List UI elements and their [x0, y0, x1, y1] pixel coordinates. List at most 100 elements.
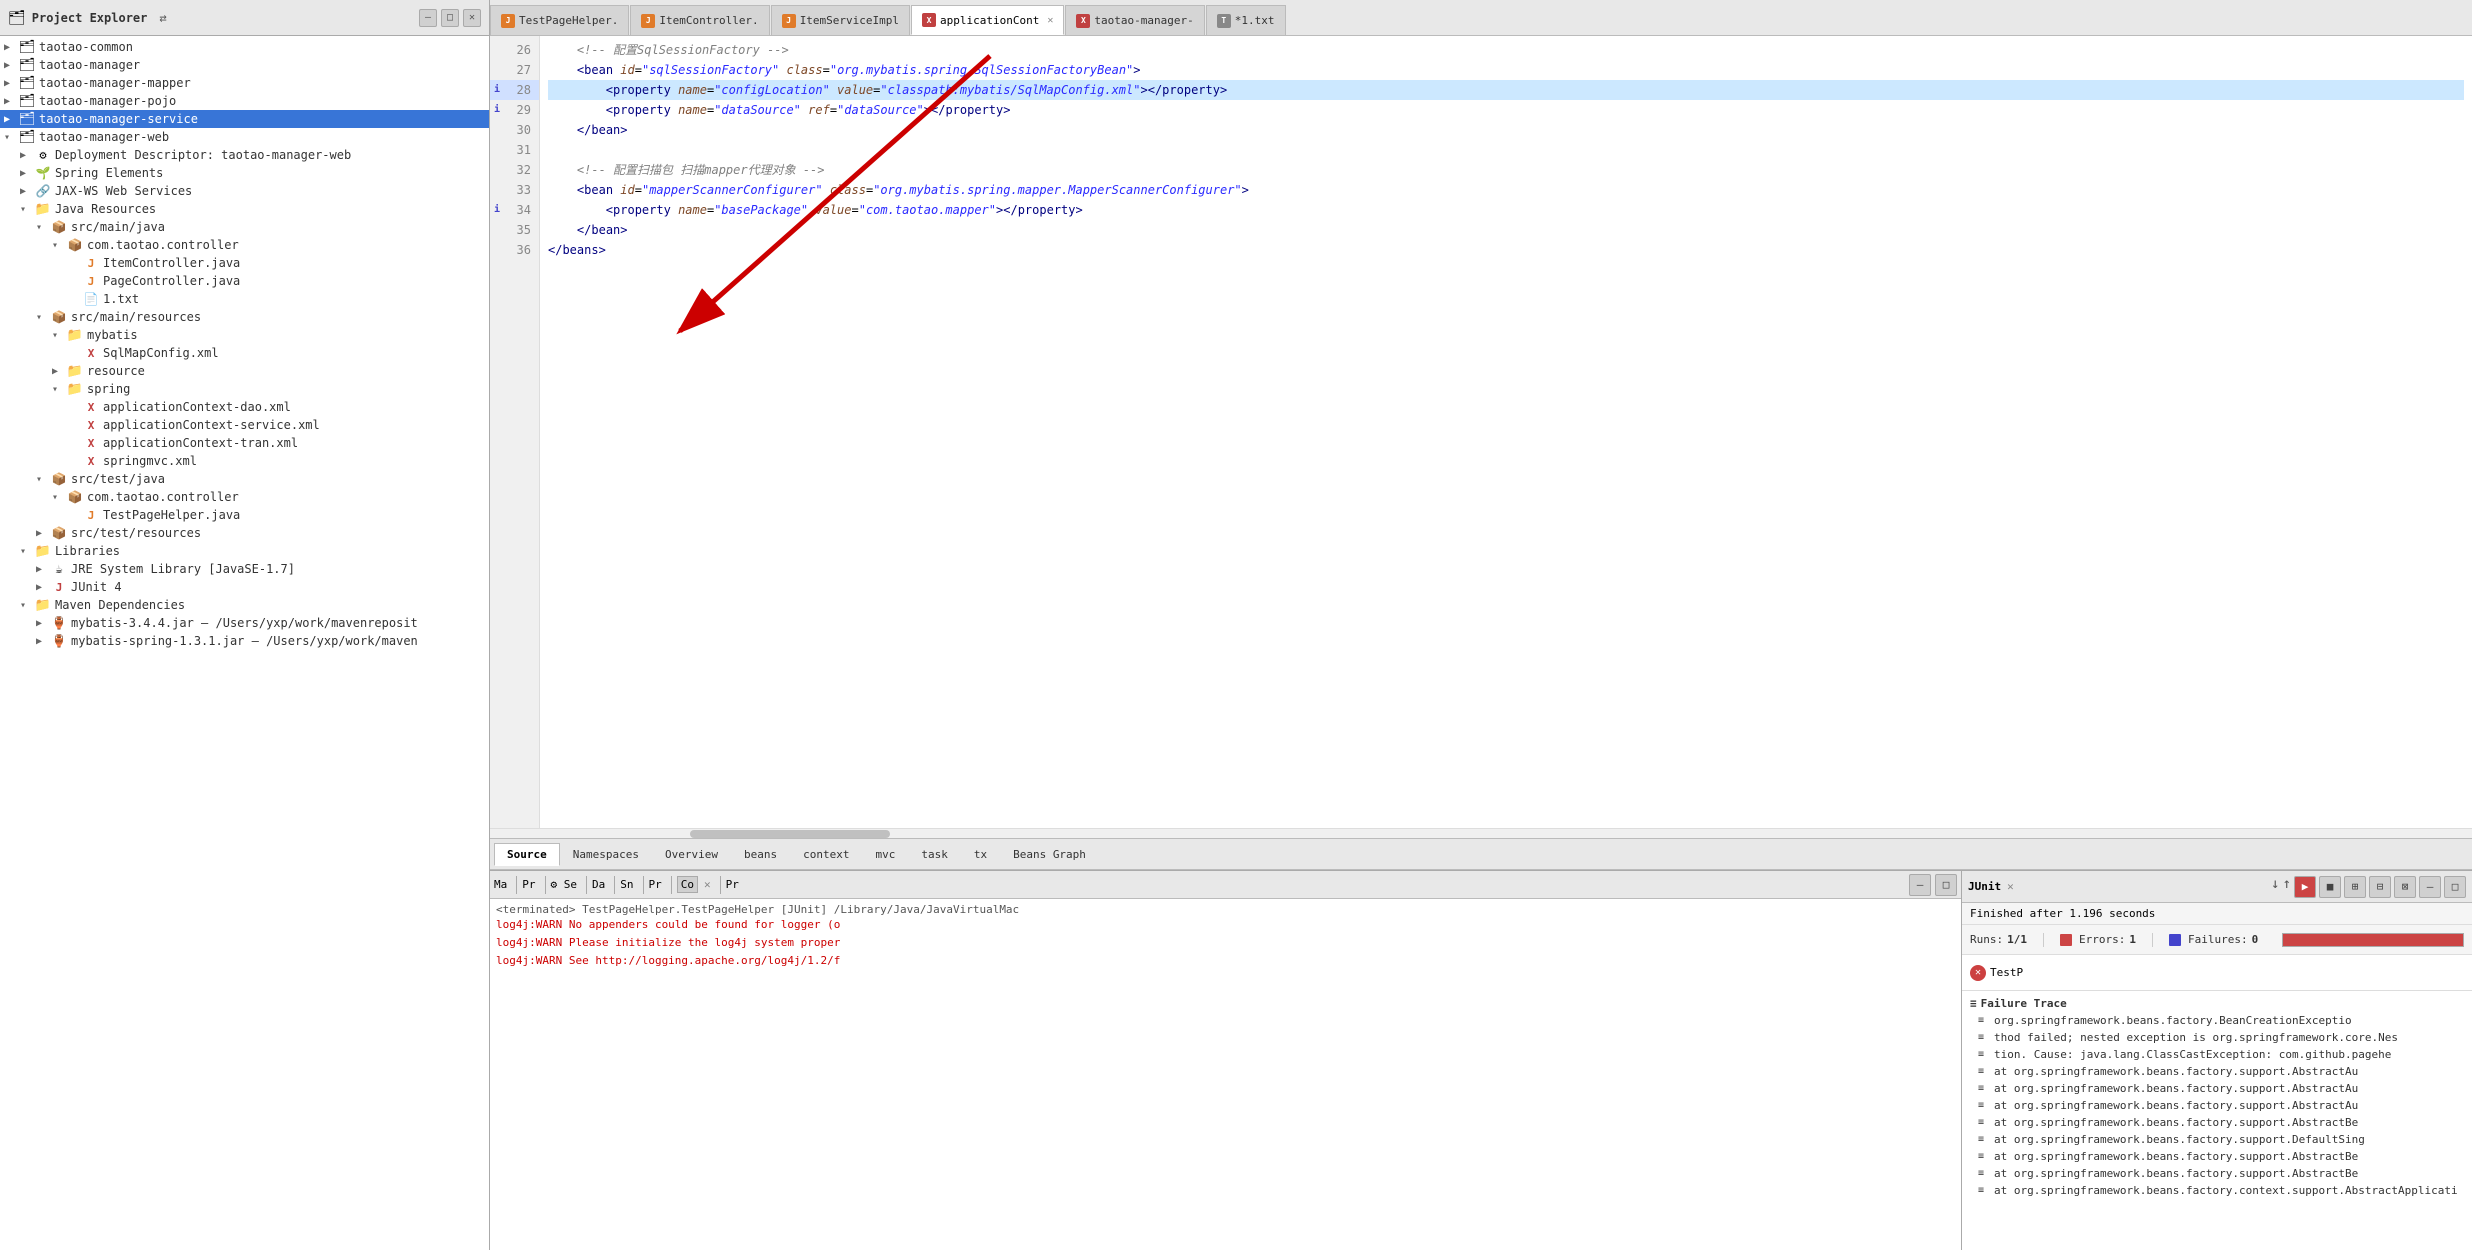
tree-arrow-com-taotao-ctrl-test: ▾ [52, 492, 66, 503]
tree-item-libraries[interactable]: ▾📁Libraries [0, 542, 489, 560]
panel-sync-icon: ⇄ [159, 11, 166, 25]
junit-maximize-btn[interactable]: □ [2444, 876, 2466, 898]
tree-icon-taotao-manager-pojo: 🗂 [18, 94, 36, 108]
tree-label-resource: resource [87, 364, 145, 378]
editor-tab-3[interactable]: XapplicationCont✕ [911, 5, 1064, 35]
junit-rerun-btn[interactable]: ▶ [2294, 876, 2316, 898]
toolbar-da[interactable]: Da [592, 878, 605, 891]
maximize-btn[interactable]: □ [441, 9, 459, 27]
tree-item-jax-ws[interactable]: ▶🔗JAX-WS Web Services [0, 182, 489, 200]
junit-btn1[interactable]: ⊞ [2344, 876, 2366, 898]
tab-close-3[interactable]: ✕ [1047, 15, 1053, 26]
tree-item-springmvc[interactable]: Xspringmvc.xml [0, 452, 489, 470]
tree-item-taotao-manager[interactable]: ▶🗂taotao-manager [0, 56, 489, 74]
tree-item-src-main-java[interactable]: ▾📦src/main/java [0, 218, 489, 236]
tree-icon-springmvc: X [82, 454, 100, 468]
toolbar-co-x[interactable]: ✕ [704, 878, 711, 891]
tree-item-spring-elements[interactable]: ▶🌱Spring Elements [0, 164, 489, 182]
tree-icon-TestPageHelper: J [82, 508, 100, 522]
tree-item-junit4[interactable]: ▶JJUnit 4 [0, 578, 489, 596]
tree-item-com-taotao-controller[interactable]: ▾📦com.taotao.controller [0, 236, 489, 254]
code-line-32: <!-- 配置扫描包 扫描mapper代理对象 --> [548, 160, 2464, 180]
tree-item-taotao-manager-mapper[interactable]: ▶🗂taotao-manager-mapper [0, 74, 489, 92]
tree-item-taotao-manager-web[interactable]: ▾🗂taotao-manager-web [0, 128, 489, 146]
test-fail-icon: ✕ [1970, 965, 1986, 981]
trace-line-icon-1: ≡ [1978, 1029, 1990, 1046]
toolbar-se[interactable]: ⚙ Se [551, 878, 578, 891]
tree-item-mybatis-jar[interactable]: ▶🏺mybatis-3.4.4.jar – /Users/yxp/work/ma… [0, 614, 489, 632]
console-toolbar: Ma Pr ⚙ Se Da Sn Pr Co ✕ Pr [490, 871, 1961, 899]
junit-nav-down[interactable]: ↓ [2271, 876, 2279, 898]
btab-beans[interactable]: beans [731, 843, 790, 866]
tree-item-appCtxService[interactable]: XapplicationContext-service.xml [0, 416, 489, 434]
minimize-btn[interactable]: – [419, 9, 437, 27]
toolbar-co[interactable]: Co [677, 876, 698, 893]
btab-tx[interactable]: tx [961, 843, 1000, 866]
junit-btn3[interactable]: ⊠ [2394, 876, 2416, 898]
tree-item-maven-deps[interactable]: ▾📁Maven Dependencies [0, 596, 489, 614]
tree-item-src-test-resources[interactable]: ▶📦src/test/resources [0, 524, 489, 542]
toolbar-pr3[interactable]: Pr [726, 878, 739, 891]
btab-source[interactable]: Source [494, 843, 560, 866]
editor-tab-1[interactable]: JItemController. [630, 5, 769, 35]
tree-item-src-test-java[interactable]: ▾📦src/test/java [0, 470, 489, 488]
test-name[interactable]: TestP [1990, 966, 2023, 979]
tree-item-taotao-manager-pojo[interactable]: ▶🗂taotao-manager-pojo [0, 92, 489, 110]
tree-item-java-resources[interactable]: ▾📁Java Resources [0, 200, 489, 218]
btab-context[interactable]: context [790, 843, 862, 866]
editor-tab-0[interactable]: JTestPageHelper. [490, 5, 629, 35]
runs-value: 1/1 [2007, 933, 2027, 946]
tree-item-taotao-manager-service[interactable]: ▶🗂taotao-manager-service [0, 110, 489, 128]
tree-item-src-main-resources[interactable]: ▾📦src/main/resources [0, 308, 489, 326]
trace-line-1: ≡thod failed; nested exception is org.sp… [1970, 1029, 2464, 1046]
tree-item-TestPageHelper[interactable]: JTestPageHelper.java [0, 506, 489, 524]
tab-icon-5: T [1217, 14, 1231, 28]
tree-item-ItemController[interactable]: JItemController.java [0, 254, 489, 272]
tree-item-deployment-descriptor[interactable]: ▶⚙Deployment Descriptor: taotao-manager-… [0, 146, 489, 164]
tree-label-spring: spring [87, 382, 130, 396]
tree-item-taotao-common[interactable]: ▶🗂taotao-common [0, 38, 489, 56]
tree-item-mybatis-spring-jar[interactable]: ▶🏺mybatis-spring-1.3.1.jar – /Users/yxp/… [0, 632, 489, 650]
btab-namespaces[interactable]: Namespaces [560, 843, 652, 866]
editor-tab-2[interactable]: JItemServiceImpl [771, 5, 910, 35]
tree-item-SqlMapConfig[interactable]: XSqlMapConfig.xml [0, 344, 489, 362]
btab-mvc[interactable]: mvc [862, 843, 908, 866]
junit-close-icon[interactable]: ✕ [2007, 880, 2014, 893]
console-minimize-btn[interactable]: – [1909, 874, 1931, 896]
tree-item-spring[interactable]: ▾📁spring [0, 380, 489, 398]
tree-icon-src-test-resources: 📦 [50, 526, 68, 540]
toolbar-pr[interactable]: Pr [522, 878, 535, 891]
xml-tabs-row: SourceNamespacesOverviewbeanscontextmvct… [490, 838, 2472, 870]
tree-item-appCtxTran[interactable]: XapplicationContext-tran.xml [0, 434, 489, 452]
tree-item-resource[interactable]: ▶📁resource [0, 362, 489, 380]
console-maximize-btn[interactable]: □ [1935, 874, 1957, 896]
horizontal-scrollbar[interactable] [490, 828, 2472, 838]
tree-item-mybatis[interactable]: ▾📁mybatis [0, 326, 489, 344]
btab-overview[interactable]: Overview [652, 843, 731, 866]
code-area[interactable]: <!-- 配置SqlSessionFactory --> <bean id="s… [540, 36, 2472, 828]
line-number-29: 29 [490, 100, 539, 120]
trace-line-9: ≡at org.springframework.beans.factory.su… [1970, 1165, 2464, 1182]
progress-fill [2283, 934, 2463, 946]
junit-stop-btn[interactable]: ■ [2319, 876, 2341, 898]
editor-tab-4[interactable]: Xtaotao-manager- [1065, 5, 1204, 35]
tree-item-PageController[interactable]: JPageController.java [0, 272, 489, 290]
junit-minimize-btn[interactable]: – [2419, 876, 2441, 898]
junit-btn2[interactable]: ⊟ [2369, 876, 2391, 898]
tree-item-com-taotao-ctrl-test[interactable]: ▾📦com.taotao.controller [0, 488, 489, 506]
toolbar-pr2[interactable]: Pr [649, 878, 662, 891]
btab-beans-graph[interactable]: Beans Graph [1000, 843, 1099, 866]
tree-icon-src-main-resources: 📦 [50, 310, 68, 324]
tree-item-txt1[interactable]: 📄1.txt [0, 290, 489, 308]
sep3 [586, 876, 587, 894]
toolbar-ma[interactable]: Ma [494, 878, 507, 891]
tree-label-com-taotao-ctrl-test: com.taotao.controller [87, 490, 239, 504]
btab-task[interactable]: task [908, 843, 961, 866]
close-btn[interactable]: ✕ [463, 9, 481, 27]
tree-icon-src-test-java: 📦 [50, 472, 68, 486]
tree-item-appCtxDao[interactable]: XapplicationContext-dao.xml [0, 398, 489, 416]
editor-tab-5[interactable]: T*1.txt [1206, 5, 1286, 35]
tree-item-jre-system[interactable]: ▶☕JRE System Library [JavaSE-1.7] [0, 560, 489, 578]
toolbar-sn[interactable]: Sn [620, 878, 633, 891]
junit-nav-up[interactable]: ↑ [2283, 876, 2291, 898]
